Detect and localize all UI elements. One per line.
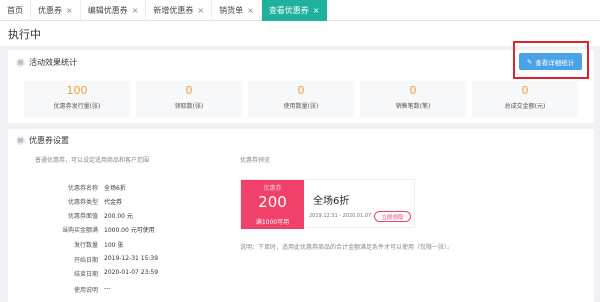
coupon-date-range: 2019.12.31 - 2020.01.07 <box>309 213 372 219</box>
settings-subtitle: 普通优惠券，可以设定适用商品和客户范围 <box>35 157 150 164</box>
tab-add-coupon[interactable]: 新增优惠券 × <box>146 0 213 21</box>
field-label: 开始日期 <box>73 257 98 264</box>
view-detail-stats-label: 查看详细统计 <box>535 58 575 67</box>
close-icon[interactable]: × <box>197 6 204 15</box>
tab-label: 首页 <box>7 6 23 15</box>
tab-label: 优惠券 <box>38 6 62 15</box>
receive-now-button[interactable]: 立即领取 <box>374 211 411 222</box>
field-label: 优惠券面值 <box>67 213 98 220</box>
stat-label: 销售笔数(笔) <box>395 103 431 110</box>
close-icon[interactable]: × <box>132 6 139 15</box>
stat-received: 0 领取数(张) <box>136 81 242 117</box>
stats-card-title: ▤ 活动效果统计 <box>16 57 77 68</box>
stat-value: 0 <box>409 84 417 97</box>
coupon-ticket: 优惠券 200 满1000可用 <box>241 180 304 229</box>
stat-label: 使用数量(张) <box>283 103 319 110</box>
coupon-amount: 200 <box>258 193 287 211</box>
field-label: 发行数量 <box>73 242 98 249</box>
stat-total-amount: 0 总成交金额(元) <box>472 81 578 117</box>
stat-value: 100 <box>66 84 88 97</box>
stat-sales-count: 0 销售笔数(笔) <box>360 81 466 117</box>
close-icon[interactable]: × <box>247 6 254 15</box>
tab-coupons[interactable]: 优惠券 × <box>31 0 81 21</box>
tab-label: 新增优惠券 <box>153 6 194 15</box>
tab-label: 销货单 <box>219 6 244 15</box>
tab-bar: 首页 优惠券 × 编辑优惠券 × 新增优惠券 × 销货单 × 查看优惠券 × <box>0 0 600 21</box>
stat-value: 0 <box>297 84 305 97</box>
close-icon[interactable]: × <box>66 6 73 15</box>
field-label: 优惠券名称 <box>67 185 98 192</box>
settings-card-title: ▤ 优惠券设置 <box>16 135 69 146</box>
coupon-note: 说明：下单时，适用此优惠券商品的合计金额满足条件才可以使用（仅限一张）。 <box>240 244 454 251</box>
coupon-preview: 优惠券 200 满1000可用 全场6折 2019.12.31 - 2020.0… <box>240 179 415 229</box>
stats-card-title-text: 活动效果统计 <box>29 58 77 67</box>
tab-sales-order[interactable]: 销货单 × <box>212 0 262 21</box>
field-label: 当购买金额满 <box>61 227 98 234</box>
field-value: --- <box>104 285 111 292</box>
settings-card-title-text: 优惠券设置 <box>29 136 69 145</box>
tab-label: 编辑优惠券 <box>87 6 128 15</box>
field-value: 200.00 元 <box>104 213 133 220</box>
close-icon[interactable]: × <box>313 6 320 15</box>
stat-value: 0 <box>185 84 193 97</box>
field-value: 代金券 <box>104 199 123 206</box>
stat-label: 优惠券发行量(张) <box>53 103 101 110</box>
field-label: 使用说明 <box>73 287 98 294</box>
stat-label: 领取数(张) <box>174 103 204 110</box>
page-title: 执行中 <box>8 28 41 41</box>
coupon-condition: 满1000可用 <box>255 219 290 226</box>
field-value: 全场6折 <box>104 185 126 192</box>
coupon-name: 全场6折 <box>313 196 350 207</box>
stat-used: 0 使用数量(张) <box>248 81 354 117</box>
field-label: 结束日期 <box>73 271 98 278</box>
field-value: 2019-12-31 15:39 <box>104 255 159 262</box>
field-value: 1000.00 元可使用 <box>104 227 155 234</box>
tab-label: 查看优惠券 <box>268 6 309 15</box>
coupon-head: 优惠券 <box>263 185 282 192</box>
settings-icon: ▤ <box>16 136 25 145</box>
edit-icon: ✎ <box>526 57 533 66</box>
stat-label: 总成交金额(元) <box>504 103 546 110</box>
field-value: 2020-01-07 23:59 <box>104 269 159 276</box>
tab-edit-coupon[interactable]: 编辑优惠券 × <box>81 0 147 21</box>
field-value: 100 张 <box>104 242 124 249</box>
preview-label: 优惠券预览 <box>240 157 271 164</box>
page-header: 执行中 <box>0 21 600 46</box>
view-detail-stats-button[interactable]: ✎ 查看详细统计 <box>519 53 582 70</box>
stat-issued: 100 优惠券发行量(张) <box>24 81 130 117</box>
tab-view-coupon[interactable]: 查看优惠券 × <box>261 0 327 21</box>
chart-icon: ▤ <box>16 58 25 67</box>
tab-home[interactable]: 首页 <box>0 0 31 21</box>
field-label: 优惠券类型 <box>67 199 98 206</box>
stat-value: 0 <box>521 84 529 97</box>
